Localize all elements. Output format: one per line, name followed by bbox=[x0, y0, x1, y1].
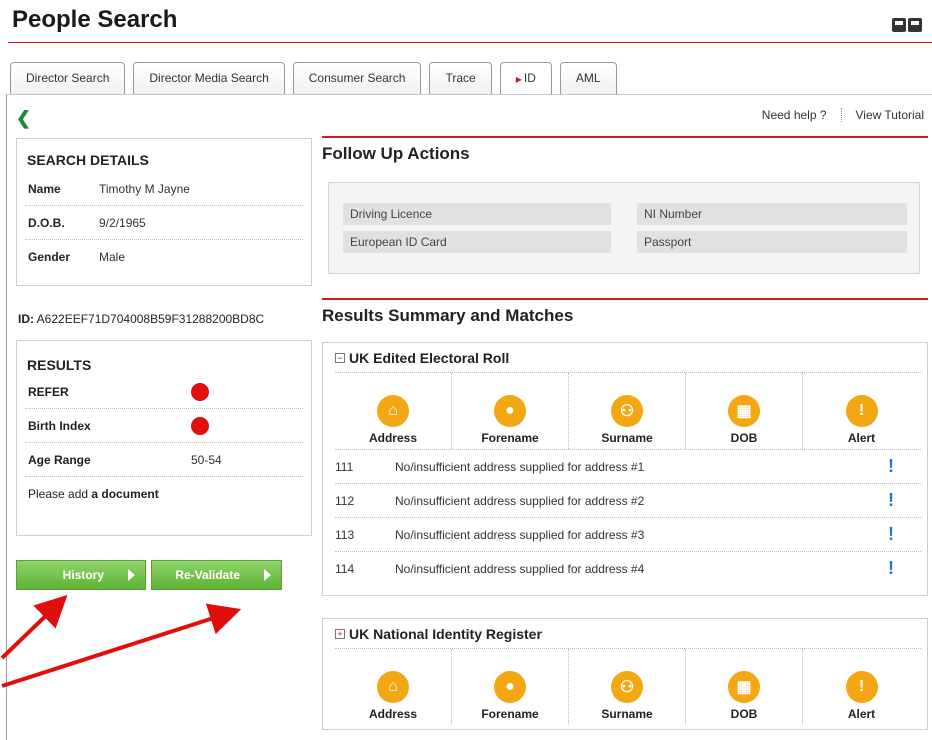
match-message: No/insufficient address supplied for add… bbox=[395, 561, 645, 576]
follow-up-driving-licence[interactable]: Driving Licence bbox=[343, 203, 611, 225]
follow-up-ni-number[interactable]: NI Number bbox=[637, 203, 907, 225]
icon-label: DOB bbox=[730, 707, 758, 721]
match-forename: ● Forename bbox=[452, 649, 569, 725]
match-code: 111 bbox=[335, 459, 354, 474]
family-icon: ⚇ bbox=[611, 671, 643, 703]
icon-label: DOB bbox=[730, 431, 758, 445]
follow-up-european-id[interactable]: European ID Card bbox=[343, 231, 611, 253]
icon-label: Forename bbox=[481, 707, 539, 721]
collapse-icon[interactable]: − bbox=[335, 352, 345, 363]
match-dob: ▦ DOB bbox=[686, 649, 803, 725]
icon-label: Surname bbox=[601, 707, 653, 721]
match-address: ⌂ Address bbox=[335, 649, 452, 725]
expand-icon[interactable]: + bbox=[335, 628, 345, 639]
follow-up-box: Driving Licence NI Number European ID Ca… bbox=[328, 182, 920, 274]
match-icons-row: ⌂ Address ● Forename ⚇ Surname ▦ DOB ! Alert bbox=[335, 373, 921, 449]
cake-icon: ▦ bbox=[728, 671, 760, 703]
home-icon: ⌂ bbox=[377, 395, 409, 427]
person-icon: ● bbox=[494, 395, 526, 427]
icon-label: Alert bbox=[847, 431, 876, 445]
match-code: 114 bbox=[335, 561, 355, 576]
national-register-title: UK National Identity Register bbox=[349, 625, 542, 642]
electoral-roll-header[interactable]: − UK Edited Electoral Roll bbox=[335, 343, 921, 373]
icon-label: Address bbox=[368, 431, 418, 445]
alert-icon: ! bbox=[845, 671, 878, 703]
match-surname: ⚇ Surname bbox=[569, 649, 686, 725]
match-row: 111 No/insufficient address supplied for … bbox=[335, 449, 921, 483]
icon-label: Surname bbox=[601, 431, 653, 445]
match-message: No/insufficient address supplied for add… bbox=[395, 527, 645, 542]
match-surname: ⚇ Surname bbox=[569, 373, 686, 449]
person-icon: ● bbox=[494, 671, 526, 703]
icon-label: Alert bbox=[847, 707, 876, 721]
home-icon: ⌂ bbox=[377, 671, 409, 703]
match-forename: ● Forename bbox=[452, 373, 569, 449]
match-row: 113 No/insufficient address supplied for … bbox=[335, 517, 921, 551]
match-address: ⌂ Address bbox=[335, 373, 452, 449]
match-alert: ! Alert bbox=[803, 373, 920, 449]
national-register-header[interactable]: + UK National Identity Register bbox=[335, 619, 921, 649]
follow-up-passport[interactable]: Passport bbox=[637, 231, 907, 253]
info-alert-icon[interactable]: ! bbox=[861, 558, 921, 579]
follow-up-title: Follow Up Actions bbox=[322, 136, 928, 164]
match-dob: ▦ DOB bbox=[686, 373, 803, 449]
match-row: 112 No/insufficient address supplied for … bbox=[335, 483, 921, 517]
cake-icon: ▦ bbox=[728, 395, 760, 427]
annotation-arrow-history bbox=[0, 594, 68, 660]
icon-label: Forename bbox=[481, 431, 539, 445]
electoral-roll-panel: − UK Edited Electoral Roll ⌂ Address ● For… bbox=[322, 342, 928, 596]
match-message: No/insufficient address supplied for add… bbox=[395, 493, 645, 508]
info-alert-icon[interactable]: ! bbox=[861, 524, 921, 545]
electoral-roll-title: UK Edited Electoral Roll bbox=[349, 349, 510, 366]
match-alert: ! Alert bbox=[803, 649, 920, 725]
match-icons-row: ⌂ Address ● Forename ⚇ Surname ▦ DOB ! Alert bbox=[335, 649, 921, 725]
match-message: No/insufficient address supplied for add… bbox=[395, 459, 645, 474]
match-code: 113 bbox=[335, 527, 355, 542]
info-alert-icon[interactable]: ! bbox=[861, 490, 921, 511]
national-register-panel: + UK National Identity Register ⌂ Address… bbox=[322, 618, 928, 730]
results-summary-title: Results Summary and Matches bbox=[322, 298, 928, 326]
info-alert-icon[interactable]: ! bbox=[861, 456, 921, 477]
family-icon: ⚇ bbox=[611, 395, 643, 427]
match-row: 114 No/insufficient address supplied for … bbox=[335, 551, 921, 585]
icon-label: Address bbox=[368, 707, 418, 721]
match-code: 112 bbox=[335, 493, 355, 508]
alert-icon: ! bbox=[845, 395, 878, 427]
